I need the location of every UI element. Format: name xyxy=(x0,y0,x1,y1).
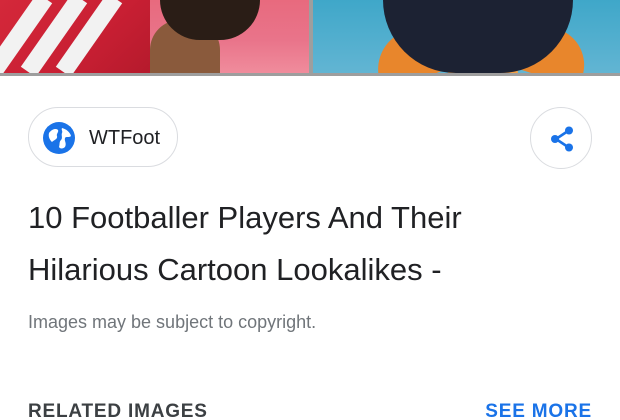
copyright-note: Images may be subject to copyright. xyxy=(28,312,317,332)
image-preview-strip xyxy=(0,0,620,76)
source-name: WTFoot xyxy=(89,127,161,149)
cartoon-image[interactable] xyxy=(313,0,620,73)
globe-icon xyxy=(43,122,75,154)
result-title-line-2: Hilarious Cartoon Lookalikes - xyxy=(28,252,442,287)
share-button[interactable] xyxy=(530,107,592,169)
source-chip[interactable]: WTFoot xyxy=(28,107,178,167)
related-images-heading: RELATED IMAGES xyxy=(28,401,208,420)
share-icon xyxy=(551,126,573,152)
image-result-panel: WTFoot 10 Footballer Players And Their H… xyxy=(0,0,620,420)
result-title-line-1: 10 Footballer Players And Their xyxy=(28,200,462,235)
photo-shirt xyxy=(0,0,150,73)
footballer-photo[interactable] xyxy=(0,0,309,73)
see-more-link[interactable]: SEE MORE xyxy=(485,400,592,420)
result-title[interactable]: 10 Footballer Players And Their Hilariou… xyxy=(28,192,598,296)
